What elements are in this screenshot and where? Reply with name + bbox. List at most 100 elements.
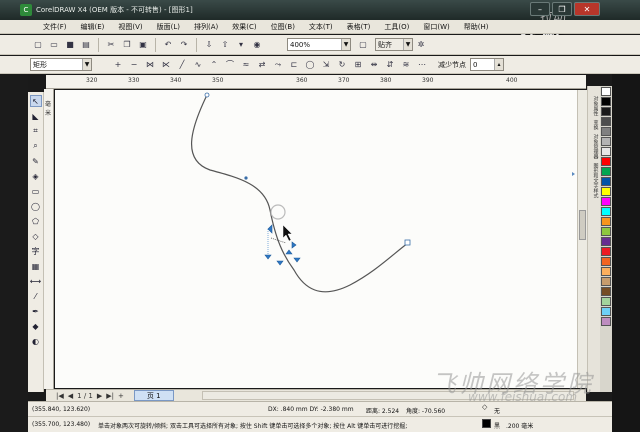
- palette-swatch[interactable]: [601, 127, 611, 136]
- reflect-v-icon[interactable]: ⇵: [384, 59, 396, 71]
- export-icon[interactable]: ⇧: [219, 39, 231, 51]
- shape-tool-icon[interactable]: ◣: [30, 110, 42, 122]
- auto-close-icon[interactable]: ◯: [304, 59, 316, 71]
- cusp-node-icon[interactable]: ⌃: [208, 59, 220, 71]
- last-page-button[interactable]: ▶|: [106, 392, 114, 400]
- symmetric-node-icon[interactable]: ≈: [240, 59, 252, 71]
- palette-swatch[interactable]: [601, 87, 611, 96]
- palette-swatch[interactable]: [601, 217, 611, 226]
- new-icon[interactable]: ▢: [32, 39, 44, 51]
- to-curve-icon[interactable]: ∿: [192, 59, 204, 71]
- zoom-combo[interactable]: 400% ▼: [287, 38, 351, 51]
- palette-swatch[interactable]: [601, 187, 611, 196]
- basic-shapes-tool-icon[interactable]: ◇: [30, 230, 42, 242]
- outline-color-swatch[interactable]: [482, 419, 491, 428]
- select-all-nodes-icon[interactable]: ⋯: [416, 59, 428, 71]
- palette-swatch[interactable]: [601, 227, 611, 236]
- vertical-scrollbar[interactable]: [577, 90, 587, 388]
- break-curve-icon[interactable]: ⋉: [160, 59, 172, 71]
- menu-tools[interactable]: 工具(O): [377, 22, 416, 32]
- palette-swatch[interactable]: [601, 267, 611, 276]
- next-page-button[interactable]: ▶: [97, 392, 102, 400]
- menu-bitmaps[interactable]: 位图(B): [264, 22, 302, 32]
- palette-swatch[interactable]: [601, 287, 611, 296]
- palette-swatch[interactable]: [601, 167, 611, 176]
- fill-indicator-icon[interactable]: ◇: [482, 403, 487, 411]
- stretch-nodes-icon[interactable]: ⇲: [320, 59, 332, 71]
- table-tool-icon[interactable]: ▦: [30, 260, 42, 272]
- options-icon[interactable]: ✲: [415, 39, 427, 51]
- smart-fill-tool-icon[interactable]: ◈: [30, 170, 42, 182]
- text-tool-icon[interactable]: 字: [30, 245, 42, 257]
- menu-file[interactable]: 文件(F): [36, 22, 74, 32]
- rotate-nodes-icon[interactable]: ↻: [336, 59, 348, 71]
- interactive-fill-tool-icon[interactable]: ◐: [30, 335, 42, 347]
- menu-edit[interactable]: 编辑(E): [74, 22, 112, 32]
- minimize-button[interactable]: –: [530, 2, 550, 16]
- palette-swatch[interactable]: [601, 307, 611, 316]
- zoom-tool-icon[interactable]: ⌕: [30, 140, 42, 152]
- menu-help[interactable]: 帮助(H): [457, 22, 496, 32]
- horizontal-ruler[interactable]: 320 330 340 350 360 370 380 390 400: [46, 75, 586, 89]
- print-icon[interactable]: ▤: [80, 39, 92, 51]
- menu-arrange[interactable]: 排列(A): [187, 22, 225, 32]
- copy-icon[interactable]: ❐: [121, 39, 133, 51]
- freehand-tool-icon[interactable]: ✎: [30, 155, 42, 167]
- menu-effects[interactable]: 效果(C): [225, 22, 263, 32]
- paste-icon[interactable]: ▣: [137, 39, 149, 51]
- page-tab[interactable]: 页 1: [133, 390, 174, 401]
- palette-swatch[interactable]: [601, 277, 611, 286]
- palette-swatch[interactable]: [601, 207, 611, 216]
- palette-swatch[interactable]: [601, 137, 611, 146]
- docker-tab-transform[interactable]: 变换: [589, 120, 600, 130]
- palette-swatch[interactable]: [601, 97, 611, 106]
- vertical-scroll-thumb[interactable]: [579, 210, 586, 240]
- palette-swatch[interactable]: [601, 147, 611, 156]
- maximize-button[interactable]: ❐: [552, 2, 572, 16]
- save-icon[interactable]: ■: [64, 39, 76, 51]
- snap-dropdown[interactable]: 贴齐 ▼: [375, 38, 413, 51]
- close-button[interactable]: ✕: [574, 2, 600, 16]
- ellipse-tool-icon[interactable]: ◯: [30, 200, 42, 212]
- extend-curve-icon[interactable]: ⤳: [272, 59, 284, 71]
- undo-icon[interactable]: ↶: [162, 39, 174, 51]
- vertical-ruler[interactable]: 毫米: [44, 89, 54, 389]
- app-launcher-icon[interactable]: ▾: [235, 39, 247, 51]
- selection-mode-dropdown[interactable]: 矩形 ▼: [30, 58, 92, 71]
- reverse-direction-icon[interactable]: ⇄: [256, 59, 268, 71]
- pick-tool-icon[interactable]: ↖: [29, 95, 42, 107]
- coreldraw-app-icon[interactable]: C: [20, 4, 32, 16]
- palette-swatch[interactable]: [601, 197, 611, 206]
- to-line-icon[interactable]: ╱: [176, 59, 188, 71]
- delete-node-icon[interactable]: −: [128, 59, 140, 71]
- align-nodes-icon[interactable]: ⊞: [352, 59, 364, 71]
- elastic-mode-icon[interactable]: ≋: [400, 59, 412, 71]
- cut-icon[interactable]: ✂: [105, 39, 117, 51]
- corel-online-icon[interactable]: ◉: [251, 39, 263, 51]
- reduce-nodes-input[interactable]: 0 ▴: [470, 58, 504, 71]
- palette-swatch[interactable]: [601, 107, 611, 116]
- palette-swatch[interactable]: [601, 237, 611, 246]
- eyedropper-tool-icon[interactable]: ⁄: [30, 290, 42, 302]
- palette-swatch[interactable]: [601, 117, 611, 126]
- palette-swatch[interactable]: [601, 247, 611, 256]
- palette-swatch[interactable]: [601, 177, 611, 186]
- docker-tab-styles[interactable]: 图形和文字样式: [589, 163, 600, 198]
- redo-icon[interactable]: ↷: [178, 39, 190, 51]
- join-nodes-icon[interactable]: ⋈: [144, 59, 156, 71]
- menu-view[interactable]: 视图(V): [111, 22, 149, 32]
- polygon-tool-icon[interactable]: ⬠: [30, 215, 42, 227]
- palette-swatch[interactable]: [601, 297, 611, 306]
- menu-table[interactable]: 表格(T): [340, 22, 378, 32]
- crop-tool-icon[interactable]: ⌗: [30, 125, 42, 137]
- rectangle-tool-icon[interactable]: ▭: [30, 185, 42, 197]
- outline-tool-icon[interactable]: ✒: [30, 305, 42, 317]
- add-page-button[interactable]: +: [118, 392, 124, 400]
- drawing-canvas[interactable]: [55, 90, 585, 388]
- prev-page-button[interactable]: ◀: [68, 392, 73, 400]
- fill-tool-icon[interactable]: ◆: [30, 320, 42, 332]
- docker-tab-object-manager[interactable]: 对象管理器: [589, 134, 600, 159]
- docker-tab-object-properties[interactable]: 对象属性: [589, 96, 600, 116]
- first-page-button[interactable]: |◀: [56, 392, 64, 400]
- import-icon[interactable]: ⇩: [203, 39, 215, 51]
